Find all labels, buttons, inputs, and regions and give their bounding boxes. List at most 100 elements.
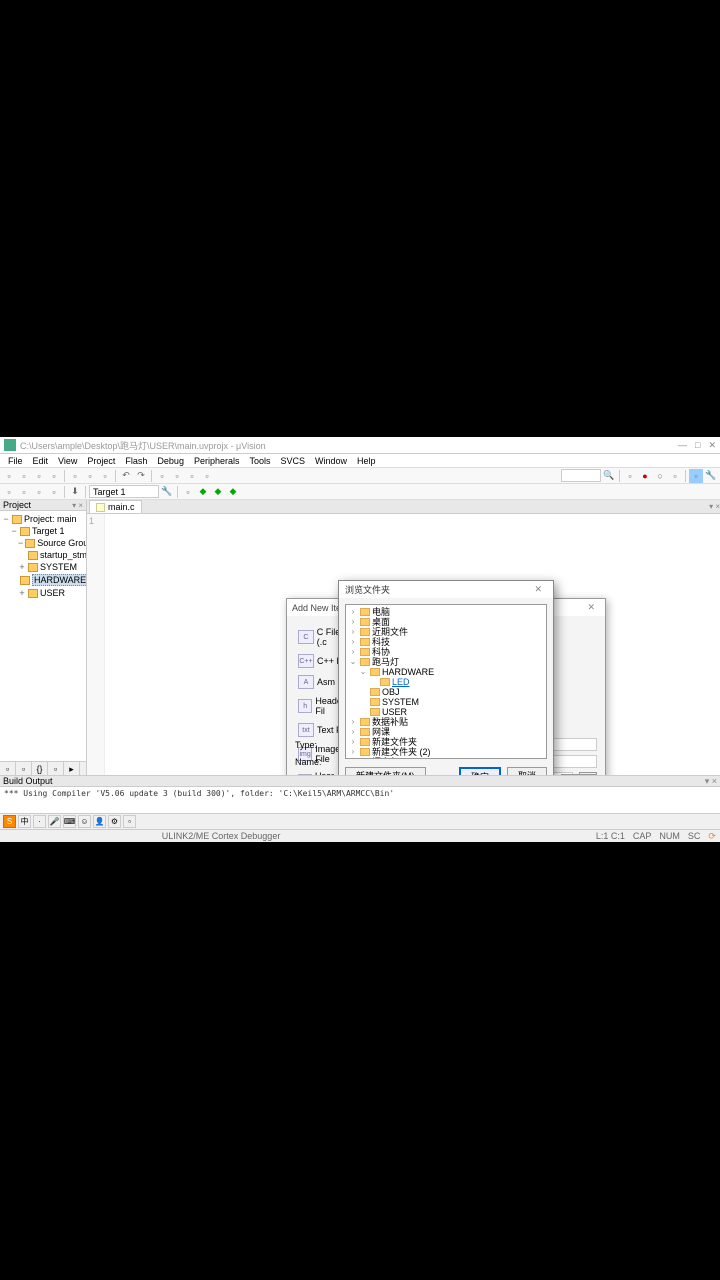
folder-tree-node[interactable]: OBJ: [348, 687, 544, 697]
build-icon[interactable]: ▫: [17, 485, 31, 499]
window-icon[interactable]: ▫: [689, 469, 703, 483]
save-icon[interactable]: ▫: [32, 469, 46, 483]
folder-tree-node[interactable]: ›网课: [348, 727, 544, 737]
editor-nav[interactable]: ▾ ×: [709, 502, 720, 511]
outdent-icon[interactable]: ▫: [170, 469, 184, 483]
ime-cn-icon[interactable]: 中: [18, 815, 31, 828]
ime-keyboard-icon[interactable]: ⌨: [63, 815, 76, 828]
minimize-button[interactable]: —: [678, 440, 687, 451]
status-cap: CAP: [633, 831, 652, 842]
tab-more-icon[interactable]: ▸: [64, 762, 80, 775]
saveall-icon[interactable]: ▫: [47, 469, 61, 483]
undo-icon[interactable]: ↶: [119, 469, 133, 483]
find-combo[interactable]: [561, 469, 601, 482]
ime-user-icon[interactable]: 👤: [93, 815, 106, 828]
rebuild-icon[interactable]: ▫: [32, 485, 46, 499]
folder-tree-node[interactable]: ›电脑: [348, 607, 544, 617]
batch-build-icon[interactable]: ▫: [47, 485, 61, 499]
titlebar[interactable]: C:\Users\ample\Desktop\跑马灯\USER\main.uvp…: [0, 437, 720, 454]
help-button[interactable]: Help: [561, 774, 597, 775]
menu-view[interactable]: View: [54, 456, 81, 466]
ime-punct-icon[interactable]: ·: [33, 815, 46, 828]
folder-tree-node[interactable]: ›科协: [348, 647, 544, 657]
project-tree-node[interactable]: +SYSTEM: [2, 561, 84, 573]
new-folder-button[interactable]: 新建文件夹(M): [345, 767, 426, 775]
paste-icon[interactable]: ▫: [98, 469, 112, 483]
redo-icon[interactable]: ↷: [134, 469, 148, 483]
close-icon[interactable]: ✕: [582, 602, 600, 613]
menu-debug[interactable]: Debug: [153, 456, 188, 466]
bookmark-next-icon[interactable]: ▫: [200, 469, 214, 483]
project-tree[interactable]: −Project: main−Target 1−Source Group 1st…: [0, 511, 86, 761]
panel-pin-close[interactable]: ▾ ×: [72, 501, 83, 510]
menu-tools[interactable]: Tools: [245, 456, 274, 466]
close-icon[interactable]: ✕: [529, 584, 547, 595]
cancel-button[interactable]: 取消: [507, 767, 547, 775]
folder-tree-node[interactable]: ⌄HARDWARE: [348, 667, 544, 677]
folder-tree-node[interactable]: ⌄跑马灯: [348, 657, 544, 667]
rte-icon[interactable]: ◆: [226, 485, 240, 499]
folder-tree-node[interactable]: ›新建文件夹: [348, 737, 544, 747]
panel-close-icon[interactable]: ▾ ×: [705, 776, 717, 787]
project-tree-node[interactable]: HARDWARE: [2, 573, 84, 587]
project-tree-node[interactable]: +USER: [2, 587, 84, 599]
breakpoint-kill-icon[interactable]: ▫: [668, 469, 682, 483]
indent-icon[interactable]: ▫: [155, 469, 169, 483]
tab-templates-icon[interactable]: ▫: [48, 762, 64, 775]
menu-edit[interactable]: Edit: [29, 456, 53, 466]
sogou-icon[interactable]: S: [3, 815, 16, 828]
breakpoint-disable-icon[interactable]: ○: [653, 469, 667, 483]
ime-mic-icon[interactable]: 🎤: [48, 815, 61, 828]
tab-books-icon[interactable]: ▫: [16, 762, 32, 775]
tab-project-icon[interactable]: ▫: [0, 762, 16, 775]
folder-tree-node[interactable]: ›数据补贴: [348, 717, 544, 727]
translate-icon[interactable]: ▫: [2, 485, 16, 499]
target-dropdown[interactable]: Target 1: [89, 485, 159, 498]
new-icon[interactable]: ▫: [2, 469, 16, 483]
menu-flash[interactable]: Flash: [121, 456, 151, 466]
folder-tree-node[interactable]: ›近期文件: [348, 627, 544, 637]
ime-face-icon[interactable]: ☺: [78, 815, 91, 828]
project-tree-node[interactable]: startup_stm32f1: [2, 549, 84, 561]
folder-tree-node[interactable]: SYSTEM: [348, 697, 544, 707]
editor-tab[interactable]: main.c: [89, 500, 142, 513]
project-tree-node[interactable]: −Source Group 1: [2, 537, 84, 549]
folder-tree-node[interactable]: USER: [348, 707, 544, 717]
pack-icon[interactable]: ◆: [211, 485, 225, 499]
folder-tree[interactable]: ›电脑›桌面›近期文件›科技›科协⌄跑马灯⌄HARDWARELEDOBJSYST…: [345, 604, 547, 759]
folder-tree-node[interactable]: ›新建文件夹 (2): [348, 747, 544, 757]
breakpoint-icon[interactable]: ●: [638, 469, 652, 483]
close-button[interactable]: ✕: [708, 440, 716, 451]
menu-peripherals[interactable]: Peripherals: [190, 456, 244, 466]
ok-button[interactable]: 确定: [459, 767, 501, 775]
configure-icon[interactable]: 🔧: [704, 469, 718, 483]
copy-icon[interactable]: ▫: [83, 469, 97, 483]
folder-tree-node[interactable]: LED: [348, 677, 544, 687]
project-tree-node[interactable]: −Project: main: [2, 513, 84, 525]
maximize-button[interactable]: □: [695, 440, 700, 451]
ime-tool-icon[interactable]: ⚙: [108, 815, 121, 828]
tab-functions-icon[interactable]: {}: [32, 762, 48, 775]
status-icon[interactable]: ⟳: [708, 831, 716, 842]
project-tree-node[interactable]: −Target 1: [2, 525, 84, 537]
folder-tree-node[interactable]: ›桌面: [348, 617, 544, 627]
find-icon[interactable]: 🔍: [602, 469, 616, 483]
menu-project[interactable]: Project: [83, 456, 119, 466]
manage-icon[interactable]: ▫: [181, 485, 195, 499]
folder-tree-node[interactable]: ›语言包: [348, 757, 544, 759]
output-text[interactable]: *** Using Compiler 'V5.06 update 3 (buil…: [0, 787, 720, 813]
dialog-titlebar[interactable]: 浏览文件夹 ✕: [339, 581, 553, 598]
menu-file[interactable]: File: [4, 456, 27, 466]
open-icon[interactable]: ▫: [17, 469, 31, 483]
debug-icon[interactable]: ▫: [623, 469, 637, 483]
folder-tree-node[interactable]: ›科技: [348, 637, 544, 647]
cut-icon[interactable]: ▫: [68, 469, 82, 483]
download-icon[interactable]: ⬇: [68, 485, 82, 499]
bookmark-icon[interactable]: ▫: [185, 469, 199, 483]
books-icon[interactable]: ◆: [196, 485, 210, 499]
menu-svcs[interactable]: SVCS: [277, 456, 310, 466]
ime-skin-icon[interactable]: ▫: [123, 815, 136, 828]
menu-help[interactable]: Help: [353, 456, 380, 466]
options-icon[interactable]: 🔧: [160, 485, 174, 499]
menu-window[interactable]: Window: [311, 456, 351, 466]
